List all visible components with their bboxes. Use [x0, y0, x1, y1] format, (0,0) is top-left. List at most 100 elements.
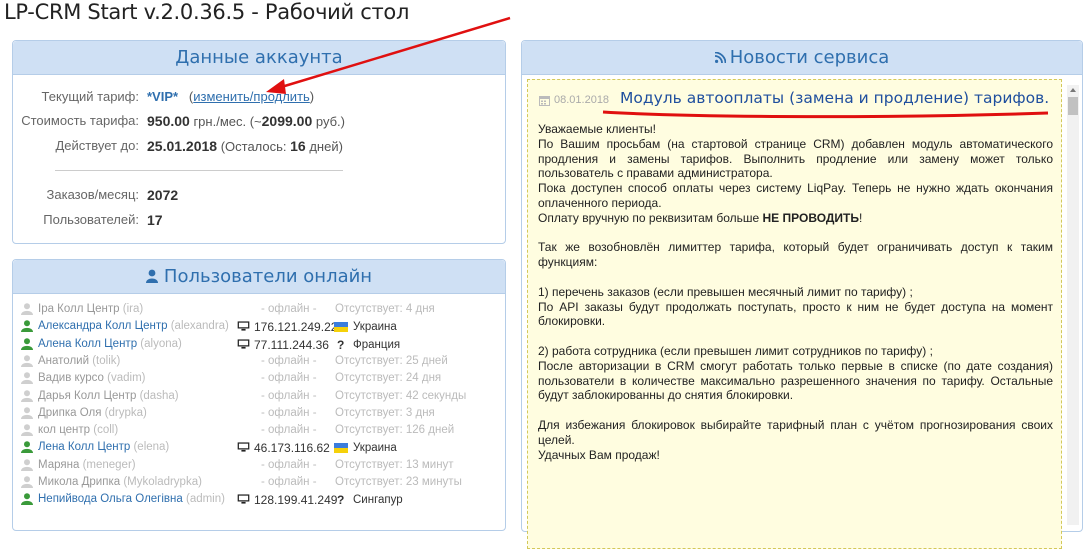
valid-label: Действует до:	[55, 138, 139, 153]
user-offline-label: - офлайн -	[261, 372, 317, 385]
user-absent-status: Отсутствует: 126 дней	[335, 424, 455, 437]
page-title: LP-CRM Start v.2.0.36.5 - Рабочий стол	[4, 0, 410, 24]
desktop-icon	[237, 321, 250, 331]
unknown-flag-icon: ?	[337, 337, 345, 352]
user-offline-icon	[21, 458, 33, 471]
cost-value-line: 950.00 грн./мес. (~2099.00 руб.)	[147, 113, 345, 129]
user-login: (meneger)	[82, 458, 136, 471]
user-login: (dasha)	[139, 389, 179, 402]
user-ip: 46.173.116.62	[254, 441, 330, 456]
account-divider	[55, 170, 343, 171]
user-name-link[interactable]: Ipa Колл Центр (ira)	[38, 303, 143, 315]
user-absent-status: Отсутствует: 13 минут	[335, 458, 454, 471]
user-country: Сингапур	[353, 494, 403, 507]
ukraine-flag-icon	[334, 443, 348, 454]
user-ip: 77.111.244.36	[254, 337, 329, 352]
user-offline-label: - офлайн -	[261, 458, 317, 471]
user-login: (elena)	[133, 441, 170, 454]
news-panel: Новости сервиса 08.01.2018 Модуль автооп…	[521, 40, 1083, 549]
desktop-icon	[237, 442, 250, 452]
users-list: Ipa Колл Центр (ira) - офлайн - Отсутствуе…	[13, 302, 505, 530]
user-offline-label: - офлайн -	[261, 303, 317, 315]
news-text: Уважаемые клиенты! По Вашим просьбам (на …	[538, 122, 1053, 462]
user-name-link[interactable]: Александра Колл Центр (alexandra)	[38, 320, 229, 332]
account-panel-title: Данные аккаунта	[13, 41, 505, 75]
user-absent-status: Отсутствует: 23 минуты	[335, 476, 462, 488]
user-name-link[interactable]: Непийвода Ольга Олегівна (admin)	[38, 493, 225, 505]
user-name-link[interactable]: Микола Дрипка (Mykoladrypka)	[38, 476, 202, 488]
user-absent-status: Отсутствует: 4 дня	[335, 303, 435, 315]
news-paragraph: По Вашим просьбам (на стартовой странице…	[538, 136, 1053, 181]
news-gap	[538, 270, 1053, 285]
user-name-link[interactable]: Анатолий (tolik)	[38, 355, 120, 367]
news-scrollbar[interactable]	[1067, 85, 1079, 525]
user-name-link[interactable]: Дрипка Оля (drypka)	[38, 407, 147, 419]
user-offline-label: - офлайн -	[261, 406, 317, 419]
account-panel: Данные аккаунта Текущий тариф: *VIP* (из…	[12, 40, 506, 244]
user-offline-icon	[21, 303, 33, 315]
user-login: (alyona)	[140, 337, 182, 350]
user-name-link[interactable]: Алена Колл Центр (alyona)	[38, 338, 182, 350]
orders-value: 2072	[147, 187, 179, 203]
user-login: (drypka)	[104, 406, 147, 419]
news-paragraph: По API заказы будут продолжать поступать…	[538, 299, 1053, 329]
user-country: Франция	[353, 338, 401, 351]
news-gap	[538, 226, 1053, 241]
unknown-flag-icon: ?	[337, 493, 345, 508]
news-paragraph: 2) работа сотрудника (если превышен лими…	[538, 343, 933, 358]
news-gap	[538, 329, 1053, 344]
user-online-icon	[21, 441, 33, 454]
desktop-icon	[237, 339, 250, 349]
user-login: (ira)	[122, 303, 144, 315]
user-offline-label: - офлайн -	[261, 476, 317, 488]
users-online-panel: Пользователи онлайн Ipa Колл Центр (ira)…	[12, 259, 506, 531]
user-absent-status: Отсутствует: 25 дней	[335, 354, 448, 367]
news-headline-link[interactable]: Модуль автооплаты (замена и продление) т…	[620, 89, 1049, 107]
user-login: (alexandra)	[170, 320, 229, 333]
scroll-thumb[interactable]	[1068, 97, 1078, 115]
user-offline-label: - офлайн -	[261, 354, 317, 367]
news-paragraph: Так же возобновлён лимиттер тарифа, кото…	[538, 240, 1053, 270]
news-gap	[538, 403, 1053, 418]
change-tariff-link[interactable]: изменить/продлить	[193, 89, 310, 104]
user-name-link[interactable]: Маряна (meneger)	[38, 459, 136, 471]
news-paragraph: 1) перечень заказов (если превышен месяч…	[538, 284, 913, 299]
news-paragraph: Оплату вручную по реквизитам больше НЕ П…	[538, 210, 863, 225]
news-panel-title: Новости сервиса	[522, 41, 1082, 75]
user-ip: 176.121.249.229	[254, 320, 345, 335]
scroll-up-arrow-icon[interactable]	[1067, 85, 1079, 95]
user-login: (coll)	[93, 424, 119, 437]
ukraine-flag-icon	[334, 322, 348, 333]
news-item: 08.01.2018 Модуль автооплаты (замена и п…	[527, 79, 1062, 549]
calendar-icon	[539, 96, 550, 106]
user-login: (admin)	[185, 493, 225, 506]
user-absent-status: Отсутствует: 42 секунды	[335, 389, 467, 402]
user-login: (Mykoladrypka)	[123, 476, 202, 488]
valid-value-line: 25.01.2018 (Осталось: 16 дней)	[147, 138, 343, 154]
user-login: (vadim)	[107, 372, 146, 385]
user-name-link[interactable]: Лена Колл Центр (elena)	[38, 441, 169, 453]
user-online-icon	[21, 493, 33, 506]
users-count-value: 17	[147, 212, 163, 228]
news-paragraph: Уважаемые клиенты!	[538, 122, 656, 136]
user-country: Украина	[353, 321, 397, 334]
user-offline-label: - офлайн -	[261, 389, 317, 402]
news-paragraph: Для избежания блокировок выбирайте тариф…	[538, 417, 1053, 447]
desktop-icon	[237, 494, 250, 504]
news-date: 08.01.2018	[554, 94, 610, 106]
news-paragraph: Удачных Вам продаж!	[538, 447, 660, 462]
users-online-title: Пользователи онлайн	[13, 260, 505, 294]
cost-label: Стоимость тарифа:	[21, 113, 139, 128]
user-name-link[interactable]: Дарья Колл Центр (dasha)	[38, 390, 179, 402]
tariff-label: Текущий тариф:	[41, 89, 139, 104]
user-online-icon	[21, 320, 33, 333]
user-offline-icon	[21, 407, 33, 419]
user-online-icon	[21, 337, 33, 350]
user-offline-label: - офлайн -	[261, 424, 317, 437]
user-name-link[interactable]: Вадив курсо (vadim)	[38, 372, 146, 384]
news-paragraph: После авторизации в CRM смогут работать …	[538, 358, 1053, 403]
user-name-link[interactable]: кол центр (coll)	[38, 424, 118, 436]
orders-label: Заказов/месяц:	[46, 187, 139, 202]
user-country: Украина	[353, 442, 397, 455]
user-ip: 128.199.41.249	[254, 493, 338, 508]
